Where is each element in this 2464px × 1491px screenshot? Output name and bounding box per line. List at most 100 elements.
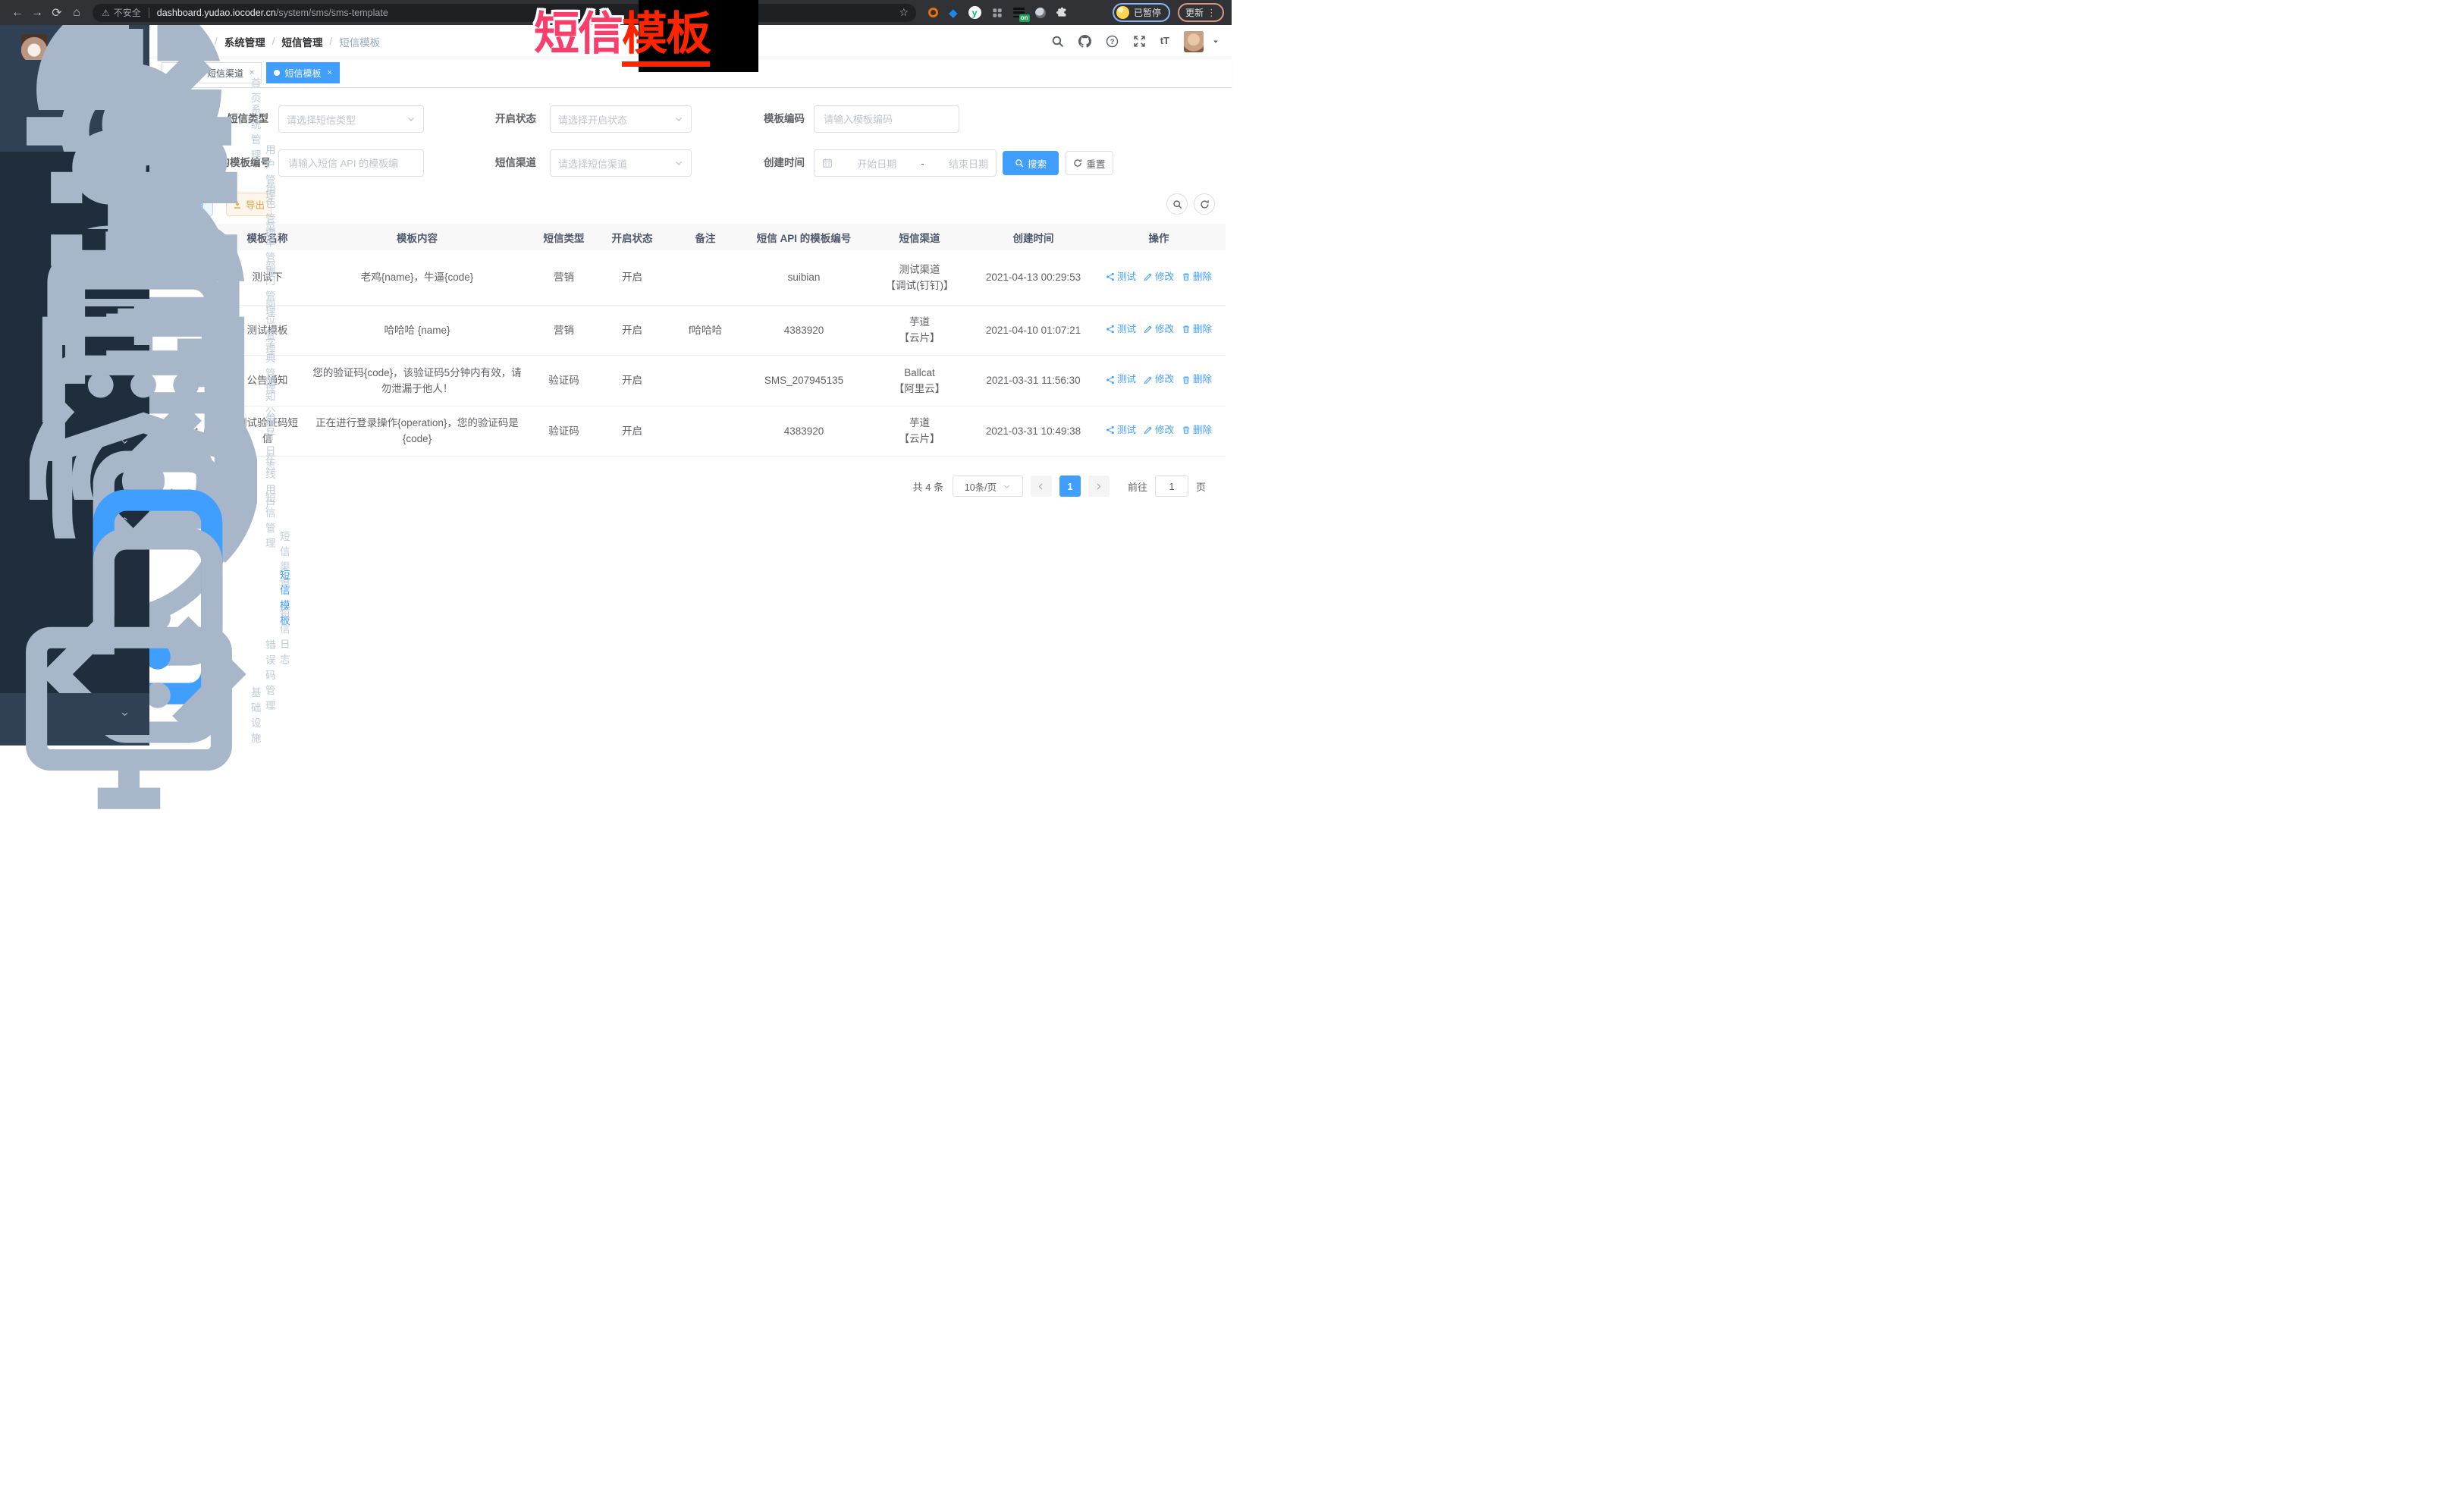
- annotation-text: 短信模板: [534, 9, 710, 59]
- infra-icon: [15, 601, 243, 828]
- edit-action-link[interactable]: 修改: [1144, 422, 1174, 438]
- fullscreen-icon[interactable]: [1133, 35, 1146, 48]
- table-cell: 开启: [597, 406, 667, 456]
- edit-action-link[interactable]: 修改: [1144, 372, 1174, 388]
- table-cell: 4383920: [743, 406, 865, 456]
- column-header: 短信渠道: [865, 224, 975, 250]
- channel-label: 短信渠道: [422, 149, 536, 177]
- template-code-label: 模板编码: [691, 105, 805, 133]
- sidebar-item-基础设施[interactable]: 基础设施: [0, 693, 149, 735]
- bookmark-star-icon[interactable]: ☆: [899, 6, 909, 19]
- profile-avatar: [1116, 6, 1129, 19]
- refresh-icon: [1200, 199, 1210, 209]
- grid-extension-icon[interactable]: [992, 8, 1003, 18]
- breadcrumb-item[interactable]: 短信管理: [282, 34, 323, 49]
- chevron-down-icon: [674, 115, 683, 124]
- test-action-link[interactable]: 测试: [1106, 422, 1136, 438]
- sidebar-item-label: 错误码管理: [265, 636, 276, 712]
- page-size-select[interactable]: 10条/页: [953, 476, 1023, 497]
- sidebar-item-label: 基础设施: [251, 684, 262, 745]
- toggle-search-button[interactable]: [1166, 193, 1188, 215]
- sms-type-select[interactable]: 请选择短信类型: [278, 105, 424, 133]
- gem-extension-icon[interactable]: ◆: [949, 6, 958, 20]
- search-icon[interactable]: [1051, 35, 1064, 48]
- browser-back-icon[interactable]: ←: [8, 6, 27, 20]
- tab-close-icon[interactable]: ×: [327, 68, 331, 77]
- action-label: 修改: [1155, 372, 1174, 388]
- template-code-input[interactable]: [814, 105, 959, 133]
- prev-page-button[interactable]: [1031, 476, 1052, 497]
- user-avatar[interactable]: [1184, 31, 1204, 52]
- test-action-link[interactable]: 测试: [1106, 269, 1136, 285]
- table-cell: 开启: [597, 355, 667, 406]
- browser-home-icon[interactable]: ⌂: [67, 6, 86, 20]
- trash-icon: [1182, 425, 1191, 435]
- channel-cell: 芋道【云片】: [865, 406, 975, 456]
- action-label: 修改: [1155, 422, 1174, 438]
- chevron-down-icon: [406, 115, 416, 124]
- table-cell: SMS_207945135: [743, 355, 865, 406]
- trash-icon: [1182, 375, 1191, 385]
- action-label: 测试: [1117, 372, 1136, 388]
- table-cell: 4383920: [743, 305, 865, 355]
- share-icon: [1106, 272, 1115, 281]
- search-button[interactable]: 搜索: [1003, 151, 1059, 175]
- browser-update-button[interactable]: 更新 ⋮: [1178, 3, 1224, 22]
- column-header: 备注: [667, 224, 743, 250]
- ring-extension-icon[interactable]: [928, 8, 938, 17]
- delete-action-link[interactable]: 删除: [1182, 422, 1212, 438]
- column-header: 开启状态: [597, 224, 667, 250]
- trash-icon: [1182, 272, 1191, 281]
- reset-button[interactable]: 重置: [1066, 151, 1113, 175]
- channel-select[interactable]: 请选择短信渠道: [550, 149, 692, 177]
- delete-action-link[interactable]: 删除: [1182, 269, 1212, 285]
- tab-label: 短信模板: [284, 67, 321, 80]
- list-extension-icon[interactable]: on: [1013, 8, 1025, 17]
- avatar-caret-icon[interactable]: [1212, 38, 1219, 46]
- actions-cell: 测试 修改 删除: [1092, 250, 1226, 305]
- browser-menu-icon[interactable]: ⋮: [1207, 7, 1216, 19]
- github-icon[interactable]: [1078, 35, 1091, 48]
- edit-action-link[interactable]: 修改: [1144, 269, 1174, 285]
- goto-page-input[interactable]: [1155, 476, 1188, 497]
- edit-action-link[interactable]: 修改: [1144, 322, 1174, 337]
- table-cell: 哈哈哈 {name}: [303, 305, 531, 355]
- profile-paused-chip[interactable]: 已暂停: [1113, 3, 1170, 22]
- browser-forward-icon[interactable]: →: [27, 6, 47, 20]
- help-icon[interactable]: ?: [1106, 35, 1119, 48]
- column-header: 短信类型: [531, 224, 597, 250]
- action-label: 修改: [1155, 269, 1174, 285]
- on-badge: on: [1019, 14, 1030, 22]
- address-bar[interactable]: ⚠ 不安全 dashboard.yudao.iocoder.cn/system/…: [93, 4, 916, 22]
- refresh-button[interactable]: [1194, 193, 1215, 215]
- delete-action-link[interactable]: 删除: [1182, 322, 1212, 337]
- current-page-button[interactable]: 1: [1059, 476, 1081, 497]
- security-warning[interactable]: ⚠ 不安全: [102, 6, 141, 19]
- monkey-extension-icon[interactable]: [1035, 8, 1046, 18]
- test-action-link[interactable]: 测试: [1106, 372, 1136, 388]
- create-time-range-picker[interactable]: 开始日期 - 结束日期: [814, 149, 997, 177]
- main-area: 首页/系统管理/短信管理/短信模板 ? tT 首页短信渠道×短信模板× 短信类型…: [149, 25, 1232, 746]
- share-icon: [1106, 425, 1115, 435]
- table-cell: [667, 250, 743, 305]
- api-template-id-input[interactable]: [278, 149, 424, 177]
- table-cell: 开启: [597, 305, 667, 355]
- chevron-down-icon: [121, 710, 129, 718]
- test-action-link[interactable]: 测试: [1106, 322, 1136, 337]
- action-label: 修改: [1155, 322, 1174, 337]
- table-row: test_01测试验证码短信正在进行登录操作{operation}，您的验证码是…: [165, 406, 1226, 456]
- delete-action-link[interactable]: 删除: [1182, 372, 1212, 388]
- extensions-puzzle-icon[interactable]: [1056, 7, 1068, 18]
- action-label: 删除: [1193, 269, 1212, 285]
- action-label: 测试: [1117, 322, 1136, 337]
- browser-reload-icon[interactable]: ⟳: [47, 5, 67, 20]
- table-row: test-01测试模板哈哈哈 {name}营销开启f哈哈哈4383920芋道【云…: [165, 305, 1226, 355]
- search-icon: [1172, 199, 1182, 209]
- calendar-icon: [822, 158, 833, 168]
- font-size-icon[interactable]: tT: [1160, 35, 1169, 48]
- header-tools: ? tT: [1051, 31, 1219, 52]
- next-page-button[interactable]: [1088, 476, 1110, 497]
- status-select[interactable]: 请选择开启状态: [550, 105, 692, 133]
- yuque-extension-icon[interactable]: y: [968, 6, 981, 19]
- tab-短信模板[interactable]: 短信模板 ×: [266, 62, 339, 83]
